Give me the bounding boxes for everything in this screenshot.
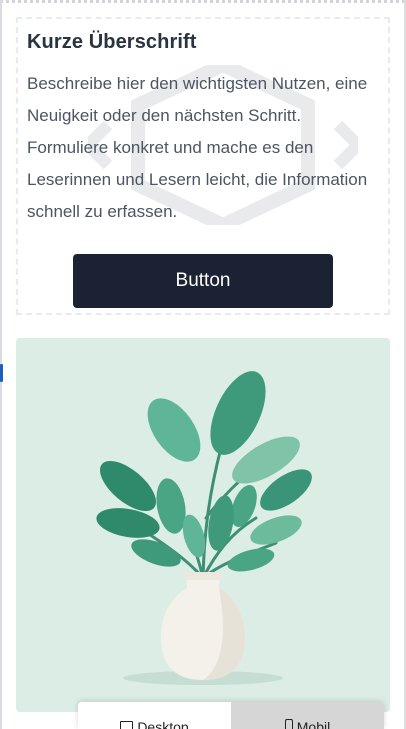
section-heading: Kurze Überschrift bbox=[27, 31, 197, 53]
view-toggle: Desktop Mobil bbox=[78, 702, 384, 729]
section-body-text: Beschreibe hier den wichtigsten Nutzen, … bbox=[27, 74, 368, 221]
resize-handle[interactable] bbox=[0, 364, 3, 382]
image-block[interactable] bbox=[16, 338, 390, 712]
text-content-block[interactable]: Kurze Überschrift Beschreibe hier den wi… bbox=[16, 17, 390, 315]
mobile-view-button[interactable]: Mobil bbox=[231, 702, 384, 729]
desktop-view-label: Desktop bbox=[137, 719, 189, 729]
plant-vase-illustration-icon bbox=[16, 338, 390, 712]
desktop-view-button[interactable]: Desktop bbox=[78, 702, 231, 729]
canvas-top-edge bbox=[0, 0, 406, 3]
cta-button[interactable]: Button bbox=[73, 254, 333, 308]
editor-canvas: Kurze Überschrift Beschreibe hier den wi… bbox=[0, 0, 406, 729]
monitor-icon bbox=[120, 721, 134, 729]
phone-icon bbox=[284, 719, 293, 729]
mobile-view-label: Mobil bbox=[296, 719, 331, 729]
